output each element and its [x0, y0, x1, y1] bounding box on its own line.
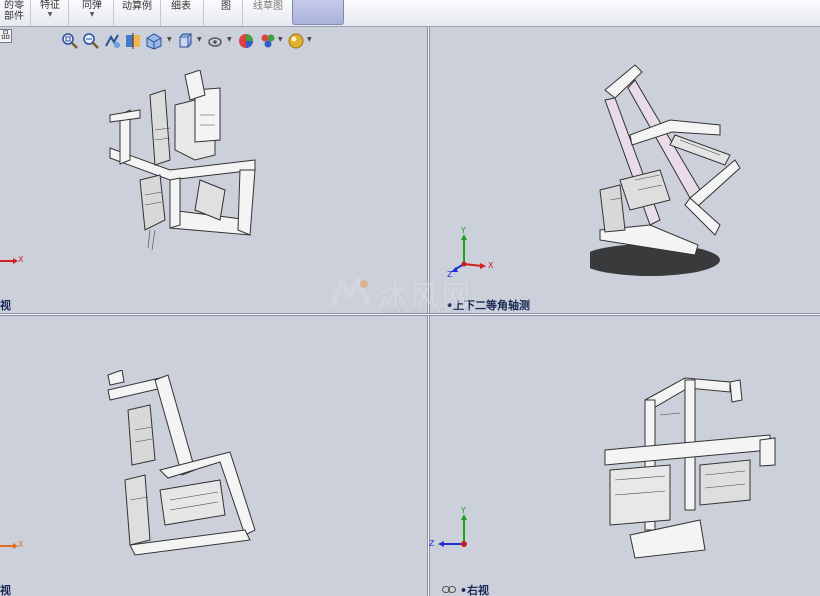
watermark-logo-icon — [329, 277, 371, 307]
axis-y-label: Y — [461, 226, 466, 235]
ribbon-separator — [30, 0, 31, 26]
watermark: 沐风网 www.mfcad.com — [328, 274, 498, 318]
apply-scene-icon[interactable] — [258, 31, 278, 51]
ribbon-item-features[interactable]: 特征 ▼ — [36, 0, 64, 26]
axis-triad-top-left: X — [0, 255, 26, 267]
ribbon-separator — [68, 0, 69, 26]
ribbon-item-label: 同弹 — [82, 0, 102, 11]
zoom-to-fit-icon[interactable] — [60, 31, 80, 51]
chevron-down-icon: ▼ — [89, 11, 95, 18]
axis-x-label: X — [488, 261, 494, 270]
ribbon-active-tab[interactable] — [292, 0, 344, 25]
ribbon-item-bill-of-materials[interactable]: 细表 — [166, 0, 196, 26]
ribbon-separator — [203, 0, 204, 26]
axis-triad-bottom-left: X — [0, 540, 26, 552]
ribbon-separator — [160, 0, 161, 26]
chevron-down-icon[interactable]: ▼ — [227, 36, 232, 43]
axis-x-label: X — [18, 255, 24, 264]
previous-view-icon[interactable] — [102, 31, 122, 51]
zoom-area-icon[interactable] — [81, 31, 101, 51]
assembly-model-bottom-left[interactable] — [100, 370, 265, 565]
ribbon-item-mates[interactable]: 同弹 ▼ — [78, 0, 106, 26]
chevron-down-icon[interactable]: ▼ — [307, 36, 312, 43]
ribbon-item-motion-study[interactable]: 动算例 — [117, 0, 157, 26]
view-settings-icon[interactable] — [286, 31, 306, 51]
assembly-model-top-left[interactable] — [100, 70, 270, 255]
assembly-model-bottom-right[interactable] — [600, 370, 780, 560]
chevron-down-icon[interactable]: ▼ — [197, 36, 202, 43]
viewport-label-top-left: 视 — [0, 299, 11, 312]
viewport-label-bottom-left: 视 — [0, 584, 11, 596]
chevron-down-icon[interactable]: ▼ — [167, 36, 172, 43]
chevron-down-icon[interactable]: ▼ — [278, 36, 283, 43]
edit-appearance-icon[interactable] — [236, 31, 256, 51]
hide-show-items-icon[interactable] — [206, 31, 226, 51]
display-style-icon[interactable] — [176, 31, 196, 51]
axis-triad-bottom-right: Y Z — [428, 506, 474, 554]
axis-y-label: Y — [461, 506, 466, 515]
axis-x-label: X — [18, 540, 24, 549]
section-view-icon[interactable] — [123, 31, 143, 51]
ribbon-item-components[interactable]: 的零 部件 — [0, 0, 28, 26]
link-views-icon[interactable] — [442, 584, 456, 593]
assembly-model-top-right[interactable] — [590, 60, 750, 300]
ribbon-separator — [242, 0, 243, 26]
view-orientation-icon[interactable] — [144, 31, 164, 51]
ribbon-item-label: 特征 — [40, 0, 60, 11]
feature-tree-tab[interactable]: 品 — [0, 29, 12, 43]
ribbon-item-drawing[interactable]: 图 — [214, 0, 238, 26]
axis-z-label: Z — [429, 539, 435, 548]
command-manager-ribbon: 的零 部件 特征 ▼ 同弹 ▼ 动算例 细表 图 线草图 — [0, 0, 820, 27]
viewport-label-bottom-right: •右视 — [460, 584, 490, 596]
axis-triad-top-right: Y X Z — [444, 226, 496, 279]
ribbon-item-sketch[interactable]: 线草图 — [248, 0, 288, 26]
watermark-url: www.mfcad.com — [382, 306, 475, 315]
ribbon-separator — [113, 0, 114, 26]
chevron-down-icon: ▼ — [47, 11, 53, 18]
